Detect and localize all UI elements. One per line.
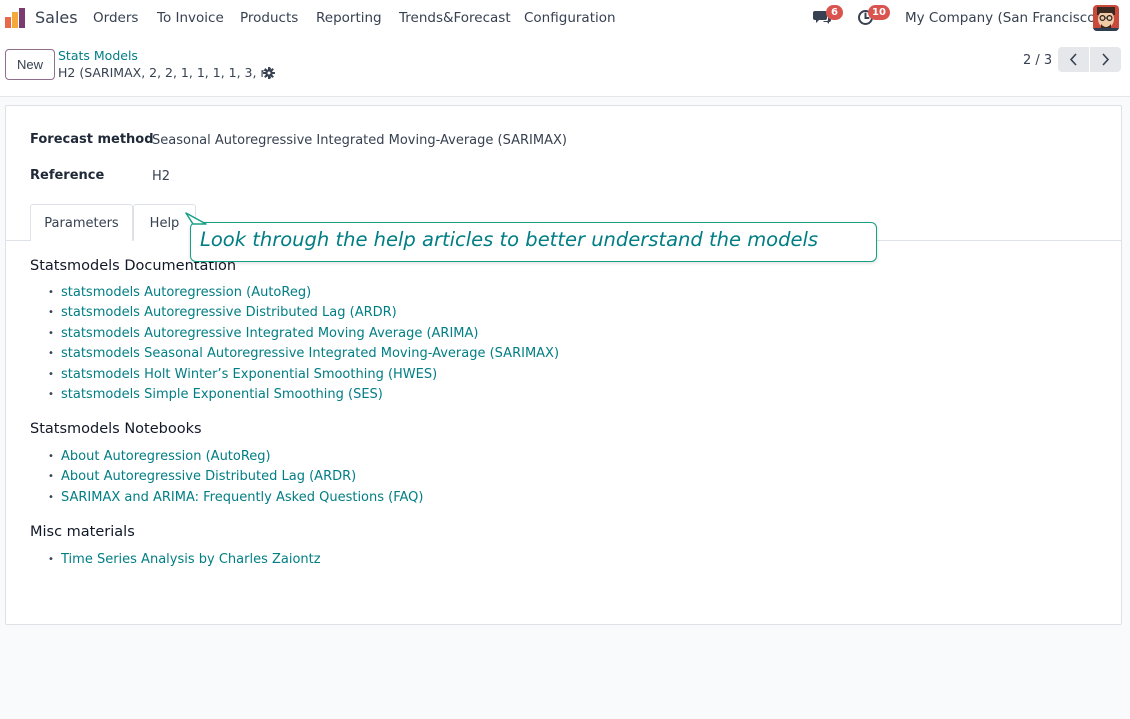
notebook-links: • About Autoregression (AutoReg) • About A… bbox=[48, 446, 423, 508]
pager-previous-button[interactable] bbox=[1058, 47, 1089, 72]
menu-item-trends-forecast[interactable]: Trends&Forecast bbox=[399, 10, 511, 26]
list-item: • statsmodels Autoregression (AutoReg) bbox=[48, 284, 312, 300]
doc-link-sarimax[interactable]: statsmodels Seasonal Autoregressive Inte… bbox=[61, 346, 559, 361]
misc-links: • Time Series Analysis by Charles Zaiontz bbox=[48, 549, 321, 570]
documentation-links: • statsmodels Autoregression (AutoReg) • s… bbox=[48, 282, 559, 405]
form-sheet: Forecast method Seasonal Autoregressive … bbox=[5, 105, 1122, 625]
menu-item-to-invoice[interactable]: To Invoice bbox=[157, 10, 224, 26]
chevron-left-icon bbox=[1069, 53, 1077, 66]
user-avatar[interactable] bbox=[1093, 5, 1119, 31]
list-item: • statsmodels Seasonal Autoregressive Int… bbox=[48, 346, 560, 362]
list-item: • About Autoregression (AutoReg) bbox=[48, 448, 271, 464]
app-name[interactable]: Sales bbox=[35, 8, 78, 27]
section-title-notebooks: Statsmodels Notebooks bbox=[30, 421, 202, 437]
section-title-misc: Misc materials bbox=[30, 524, 135, 540]
menu-item-configuration[interactable]: Configuration bbox=[524, 10, 616, 26]
tip-pointer bbox=[185, 212, 207, 225]
list-item: • statsmodels Autoregressive Integrated M… bbox=[48, 325, 479, 341]
forecast-method-value[interactable]: Seasonal Autoregressive Integrated Movin… bbox=[152, 133, 567, 148]
help-tip-bubble: Look through the help articles to better… bbox=[190, 222, 877, 262]
pager-value[interactable]: 2 / 3 bbox=[1023, 53, 1052, 68]
control-panel: New Stats Models H2 (SARIMAX, 2, 2, 1, 1… bbox=[0, 35, 1130, 97]
menu-item-products[interactable]: Products bbox=[240, 10, 298, 26]
doc-link-arima[interactable]: statsmodels Autoregressive Integrated Mo… bbox=[61, 326, 478, 341]
menu-item-reporting[interactable]: Reporting bbox=[316, 10, 382, 26]
tab-parameters[interactable]: Parameters bbox=[30, 204, 133, 241]
top-navbar: Sales Orders To Invoice Products Reporti… bbox=[0, 0, 1130, 35]
notebook-link-ardr[interactable]: About Autoregressive Distributed Lag (AR… bbox=[61, 469, 356, 484]
list-item: • SARIMAX and ARIMA: Frequently Asked Que… bbox=[48, 489, 424, 505]
misc-link-zaiontz[interactable]: Time Series Analysis by Charles Zaiontz bbox=[61, 552, 321, 567]
chevron-right-icon bbox=[1102, 53, 1110, 66]
forecast-method-label: Forecast method bbox=[30, 132, 154, 147]
breadcrumb-current: H2 (SARIMAX, 2, 2, 1, 1, 1, 1, 3, n) bbox=[58, 65, 274, 80]
doc-link-ardr[interactable]: statsmodels Autoregressive Distributed L… bbox=[61, 305, 397, 320]
list-item: • statsmodels Holt Winter’s Exponential S… bbox=[48, 366, 438, 382]
doc-link-hwes[interactable]: statsmodels Holt Winter’s Exponential Sm… bbox=[61, 367, 437, 382]
help-tip-text: Look through the help articles to better… bbox=[200, 228, 819, 251]
list-item: • About Autoregressive Distributed Lag (A… bbox=[48, 469, 357, 485]
notebook-link-autoreg[interactable]: About Autoregression (AutoReg) bbox=[61, 449, 271, 464]
chat-count-badge: 6 bbox=[826, 5, 843, 20]
list-item: • statsmodels Autoregressive Distributed … bbox=[48, 305, 397, 321]
new-button[interactable]: New bbox=[5, 49, 55, 80]
breadcrumb-parent-link[interactable]: Stats Models bbox=[58, 48, 138, 63]
gear-icon[interactable] bbox=[263, 67, 275, 79]
sales-app-icon[interactable] bbox=[4, 7, 26, 29]
notebook-link-faq[interactable]: SARIMAX and ARIMA: Frequently Asked Ques… bbox=[61, 490, 423, 505]
activity-count-badge: 10 bbox=[868, 5, 890, 20]
reference-value[interactable]: H2 bbox=[152, 169, 170, 184]
company-switcher[interactable]: My Company (San Francisco) bbox=[905, 10, 1101, 26]
doc-link-autoreg[interactable]: statsmodels Autoregression (AutoReg) bbox=[61, 285, 311, 300]
pager-next-button[interactable] bbox=[1090, 47, 1121, 72]
menu-item-orders[interactable]: Orders bbox=[93, 10, 138, 26]
doc-link-ses[interactable]: statsmodels Simple Exponential Smoothing… bbox=[61, 387, 383, 402]
list-item: • Time Series Analysis by Charles Zaiontz bbox=[48, 551, 321, 567]
list-item: • statsmodels Simple Exponential Smoothin… bbox=[48, 387, 383, 403]
reference-label: Reference bbox=[30, 168, 105, 183]
